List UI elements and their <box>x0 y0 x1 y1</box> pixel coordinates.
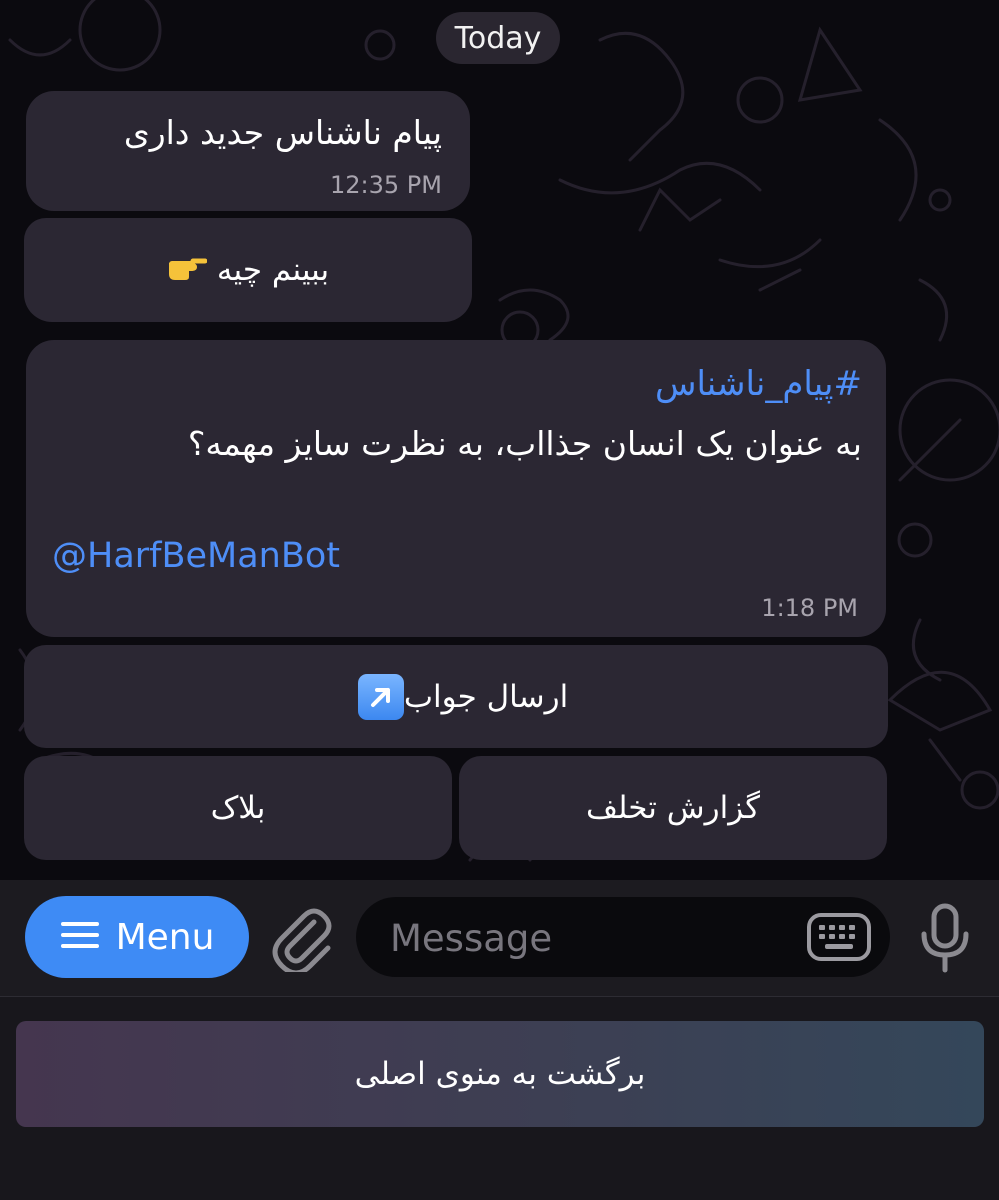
hamburger-icon <box>60 919 100 955</box>
paperclip-icon[interactable] <box>270 904 336 976</box>
message-bubble-new-anonymous[interactable]: پیام ناشناس جدید داری 12:35 PM <box>26 91 470 211</box>
message-time: 12:35 PM <box>330 171 442 199</box>
backhand-index-pointing-right-icon <box>167 251 208 289</box>
date-pill: Today <box>436 12 560 64</box>
message-input[interactable] <box>388 911 772 965</box>
send-reply-button[interactable]: ارسال جواب <box>24 645 888 748</box>
message-text: به عنوان یک انسان جذااب، به نظرت سایز مه… <box>187 424 862 463</box>
message-bubble-anonymous-question[interactable]: #پیام_ناشناس به عنوان یک انسان جذااب، به… <box>26 340 886 637</box>
up-right-arrow-icon <box>357 673 404 720</box>
message-text: پیام ناشناس جدید داری <box>123 113 442 152</box>
menu-label: Menu <box>115 916 215 958</box>
see-message-button[interactable]: ببینم چیه <box>24 218 472 322</box>
bot-mention-link[interactable]: @HarfBeManBot <box>52 536 340 576</box>
block-button[interactable]: بلاک <box>24 756 452 860</box>
date-label: Today <box>454 20 542 56</box>
send-reply-label: ارسال جواب <box>403 678 569 715</box>
report-abuse-label: گزارش تخلف <box>585 790 761 826</box>
back-to-main-menu-button[interactable]: برگشت به منوی اصلی <box>16 1021 984 1127</box>
back-to-main-menu-label: برگشت به منوی اصلی <box>354 1056 646 1092</box>
hashtag-link[interactable]: #پیام_ناشناس <box>655 364 862 404</box>
message-input-container <box>356 897 890 977</box>
bot-keyboard-icon[interactable] <box>806 911 872 963</box>
bot-menu-button[interactable]: Menu <box>25 896 249 978</box>
message-time: 1:18 PM <box>761 594 858 622</box>
block-label: بلاک <box>210 790 266 826</box>
microphone-icon[interactable] <box>915 900 975 976</box>
see-message-label: ببینم چیه <box>216 252 330 288</box>
report-abuse-button[interactable]: گزارش تخلف <box>459 756 887 860</box>
